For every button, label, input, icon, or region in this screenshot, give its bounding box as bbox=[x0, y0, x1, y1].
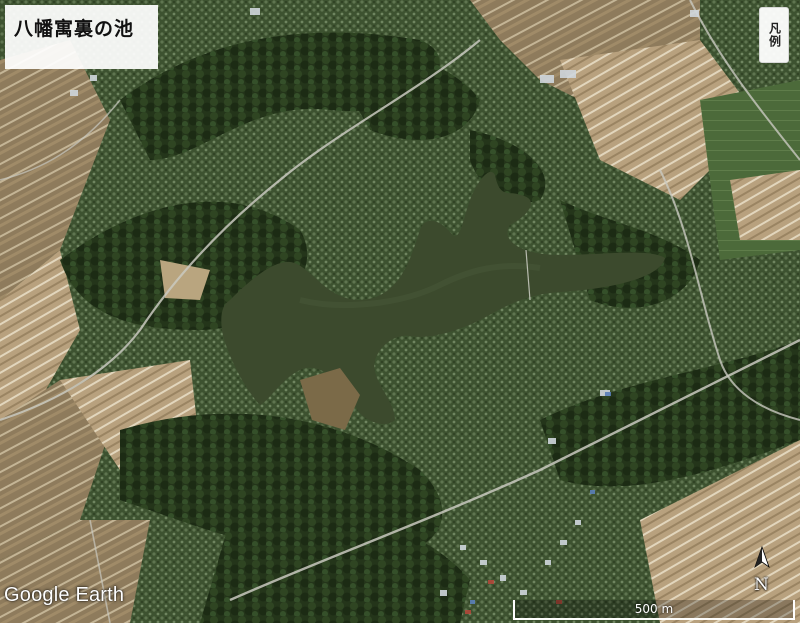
legend-button[interactable]: 凡例 bbox=[759, 7, 789, 63]
title-panel: 八幡寓裏の池 bbox=[5, 5, 158, 69]
north-label: N bbox=[754, 575, 769, 595]
scale-bar: 500 m bbox=[513, 600, 795, 620]
map-title: 八幡寓裏の池 bbox=[14, 18, 135, 40]
legend-button-label: 凡例 bbox=[767, 22, 782, 48]
attribution-logo: Google Earth bbox=[4, 584, 125, 606]
north-arrow: N bbox=[750, 545, 774, 599]
map-view[interactable]: 八幡寓裏の池 凡例 Google Earth N 500 m bbox=[0, 0, 800, 623]
scale-label: 500 m bbox=[634, 602, 674, 616]
satellite-imagery bbox=[0, 0, 800, 623]
north-arrow-icon bbox=[754, 545, 770, 569]
